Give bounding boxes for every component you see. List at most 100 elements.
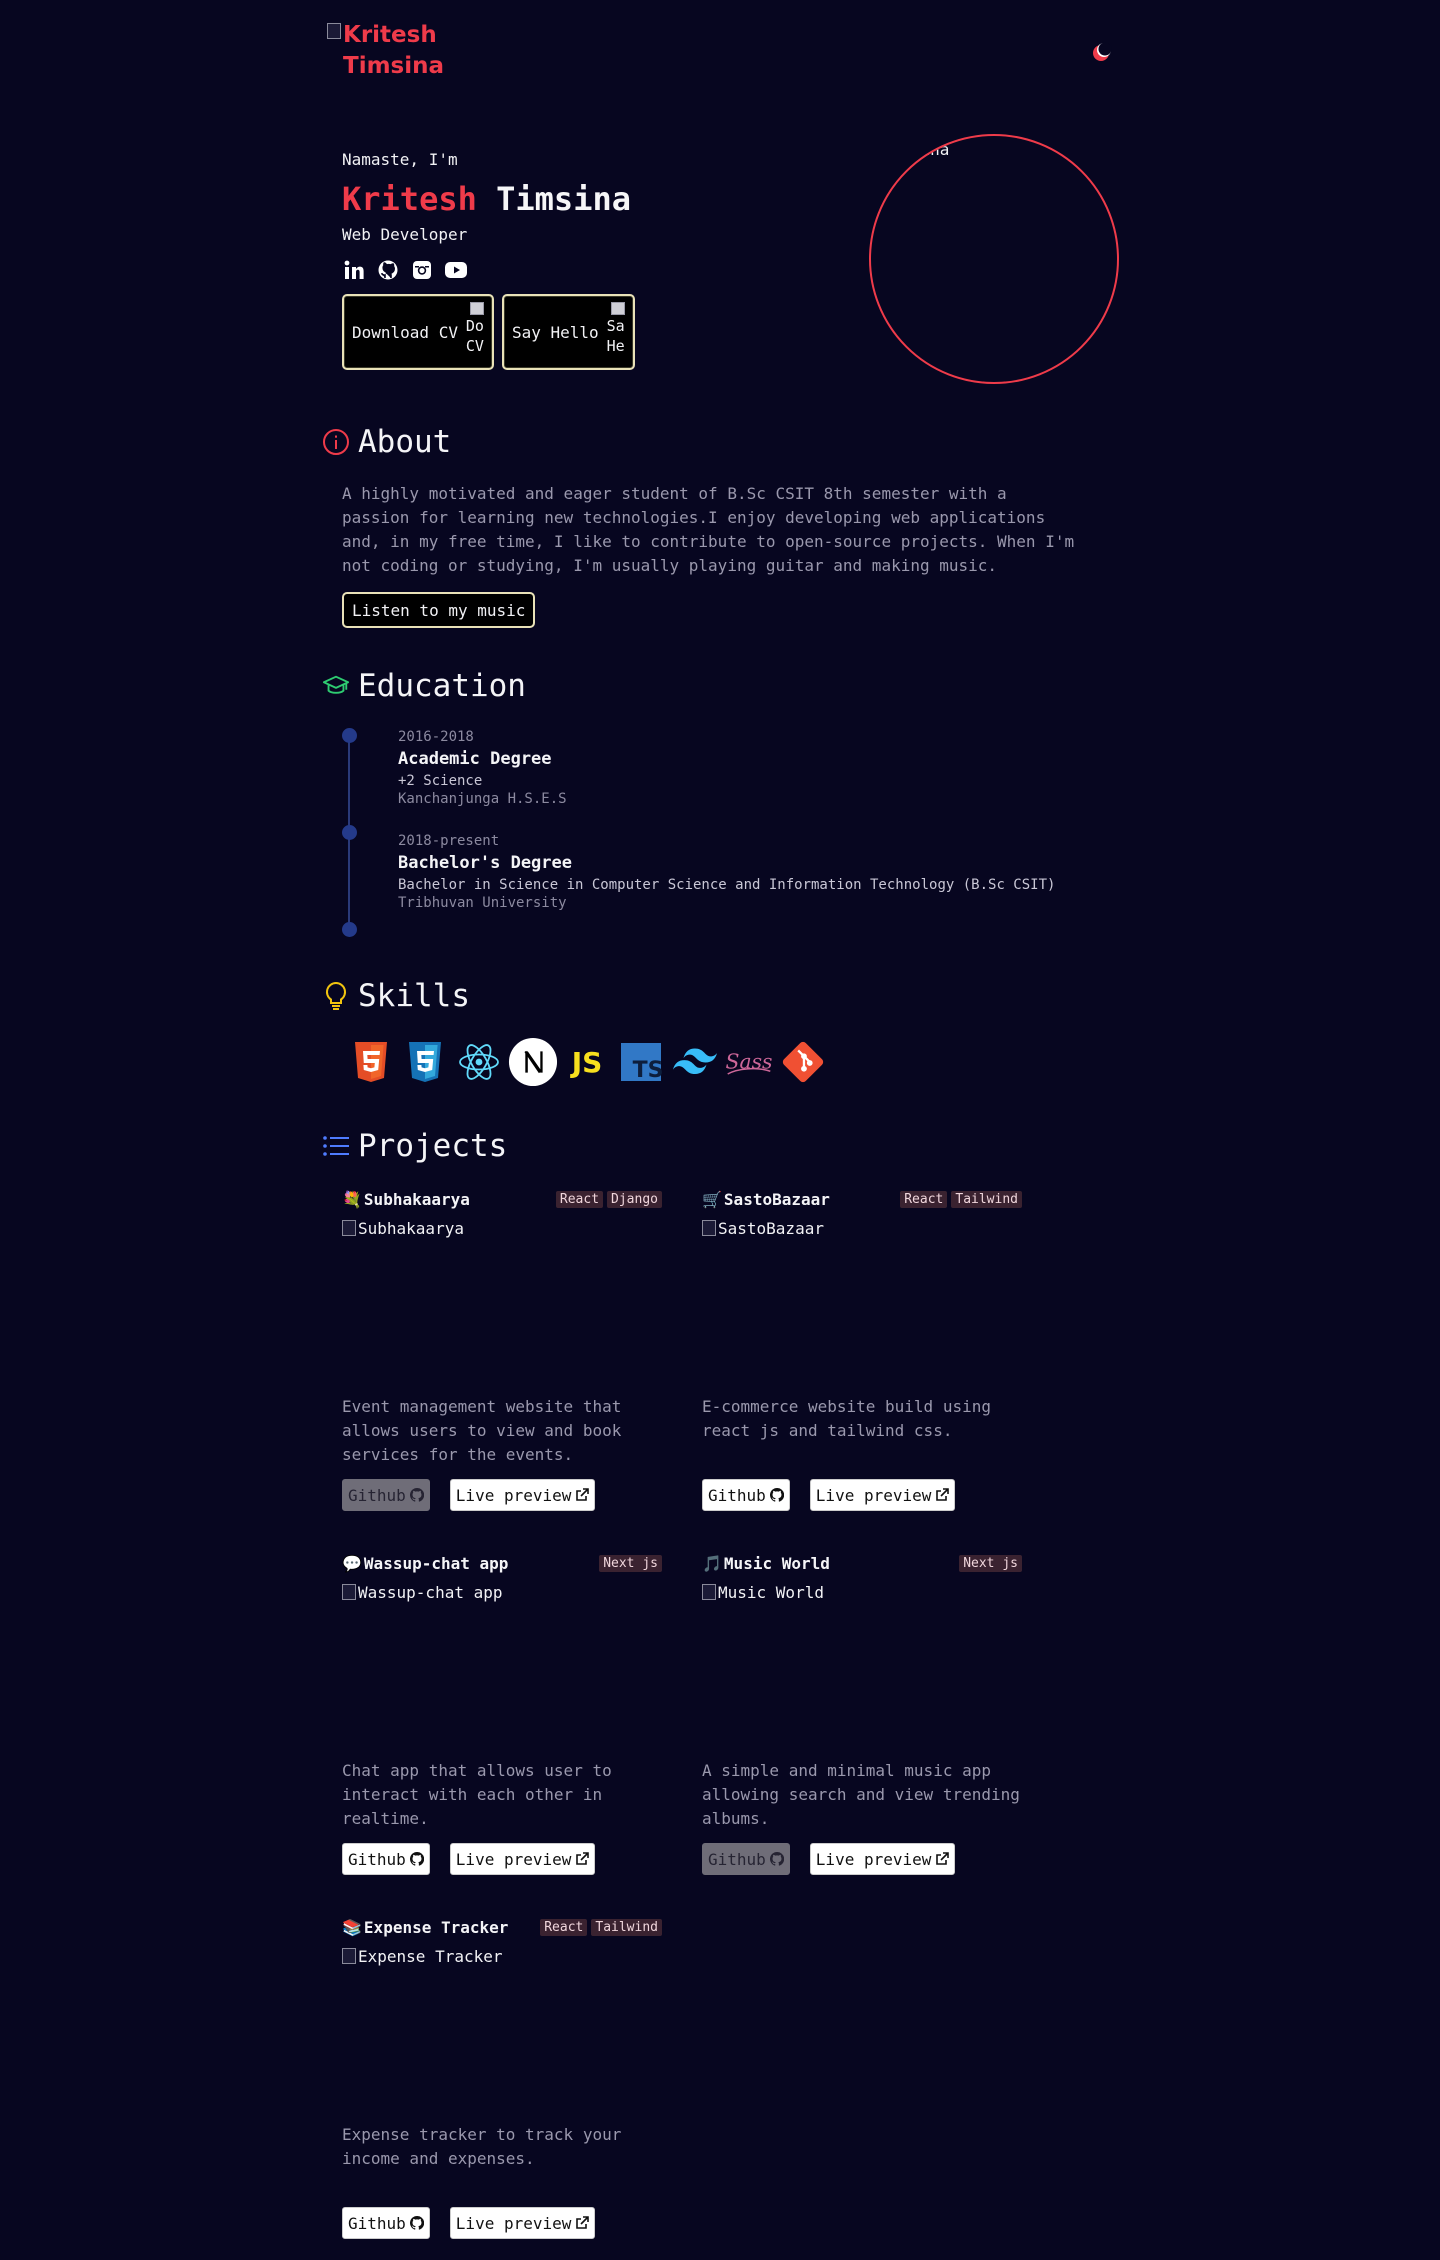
about-text: A highly motivated and eager student of … (342, 484, 1075, 575)
project-description: E-commerce website build using react js … (702, 1397, 991, 1440)
project-links: Github Live preview (342, 2207, 596, 2239)
project-title: 💬 Wassup-chat app (342, 1554, 508, 1573)
project-tag: Tailwind (591, 1918, 662, 1936)
site-logo[interactable]: Kritesh Timsina (327, 20, 457, 82)
external-link-icon (576, 2216, 590, 2229)
project-tags: React Tailwind (900, 1190, 1022, 1208)
github-button[interactable]: Github (342, 1479, 430, 1511)
external-link-icon (936, 1852, 950, 1865)
live-preview-label: Live preview (455, 2213, 572, 2233)
hero-section: Namaste, I'm Kritesh Timsina Web Develop… (342, 150, 902, 370)
project-image-alt: Wassup-chat app (358, 1583, 503, 1602)
project-tag: Django (607, 1190, 662, 1208)
download-cv-image: Do CV (460, 302, 484, 356)
skills-list: JS TS Sass (346, 1034, 828, 1090)
github-button[interactable]: Github (342, 1843, 430, 1875)
logo-alt-text: Kritesh Timsina (343, 22, 445, 79)
nextjs-icon (508, 1034, 558, 1090)
live-preview-button[interactable]: Live preview (449, 1479, 596, 1511)
live-preview-button[interactable]: Live preview (449, 1843, 596, 1875)
hero-role: Web Developer (342, 225, 468, 244)
project-image: Expense Tracker (342, 1947, 662, 2107)
project-description: A simple and minimal music app allowing … (702, 1761, 1020, 1828)
project-title: 🎵 Music World (702, 1554, 830, 1573)
download-cv-label: Download CV (352, 322, 458, 342)
project-title: 🛒 SastoBazaar (702, 1190, 830, 1209)
github-button[interactable]: Github (702, 1479, 790, 1511)
moon-icon (1093, 42, 1112, 61)
github-label: Github (348, 1849, 406, 1869)
last-name: Timsina (496, 180, 631, 218)
svg-text:TS: TS (633, 1058, 662, 1082)
project-name: Expense Tracker (363, 1917, 509, 1937)
listen-music-button[interactable]: Listen to my music (342, 592, 536, 628)
project-description: Event management website that allows use… (342, 1397, 622, 1464)
project-header: 💬 Wassup-chat app Next js (342, 1553, 662, 1573)
music-note-icon: 🎵 (702, 1553, 722, 1573)
broken-image-icon (342, 1948, 356, 1964)
project-title: 📚 Expense Tracker (342, 1918, 508, 1937)
download-cv-button[interactable]: Download CV Do CV (342, 294, 494, 370)
project-image-alt: Expense Tracker (358, 1947, 503, 1966)
github-button[interactable]: Github (702, 1843, 790, 1875)
download-cv-alt: Do CV (465, 317, 484, 355)
github-icon (409, 2216, 424, 2230)
github-icon (409, 1488, 424, 1502)
instagram-link[interactable] (410, 258, 434, 282)
linkedin-link[interactable] (342, 258, 366, 282)
theme-toggle-button[interactable] (1090, 42, 1112, 64)
avatar: sh Timsina (869, 134, 1119, 384)
project-header: 💐 Subhakaarya React Django (342, 1189, 662, 1209)
education-years: 2018-present (398, 833, 500, 849)
timeline-dot (342, 728, 357, 743)
project-description: Chat app that allows user to interact wi… (342, 1761, 612, 1828)
info-icon (322, 428, 350, 456)
css3-icon (400, 1034, 450, 1090)
project-tag: React (555, 1190, 604, 1208)
live-preview-label: Live preview (815, 1485, 932, 1505)
project-tags: React Tailwind (540, 1918, 662, 1936)
hero-buttons: Download CV Do CV Say Hello Sa He (342, 294, 902, 370)
list-icon (322, 1132, 350, 1160)
project-card: 📚 Expense Tracker React Tailwind Expense… (342, 1917, 662, 2239)
github-icon (409, 1852, 424, 1866)
project-image-alt: Subhakaarya (358, 1219, 464, 1238)
education-school: Kanchanjunga H.S.E.S (398, 791, 567, 807)
project-title: 💐 Subhakaarya (342, 1190, 470, 1209)
broken-image-icon (342, 1220, 356, 1236)
education-field: Bachelor in Science in Computer Science … (398, 877, 1056, 893)
about-heading: About (322, 424, 451, 460)
github-link[interactable] (376, 258, 400, 282)
project-tags: Next js (599, 1554, 662, 1572)
greeting: Namaste, I'm (342, 150, 458, 169)
project-name: Subhakaarya (363, 1189, 470, 1209)
github-label: Github (348, 1485, 406, 1505)
hero-name: Kritesh Timsina (342, 181, 902, 217)
project-tag: Tailwind (951, 1190, 1022, 1208)
live-preview-button[interactable]: Live preview (809, 1479, 956, 1511)
say-hello-button[interactable]: Say Hello Sa He (501, 294, 635, 370)
project-image: Wassup-chat app (342, 1583, 662, 1743)
say-hello-image: Sa He (601, 302, 625, 356)
education-heading: Education (322, 668, 526, 704)
live-preview-button[interactable]: Live preview (809, 1843, 956, 1875)
project-name: Wassup-chat app (363, 1553, 509, 1573)
live-preview-label: Live preview (815, 1849, 932, 1869)
github-button[interactable]: Github (342, 2207, 430, 2239)
broken-image-icon (702, 1584, 716, 1600)
projects-title: Projects (358, 1128, 508, 1164)
youtube-link[interactable] (444, 258, 468, 282)
timeline-dot (342, 922, 357, 937)
skills-title: Skills (358, 978, 470, 1014)
project-card: 🛒 SastoBazaar React Tailwind SastoBazaar… (702, 1189, 1022, 1511)
skills-heading: Skills (322, 978, 470, 1014)
education-item: 2016-2018 Academic Degree +2 Science Kan… (398, 729, 567, 807)
live-preview-label: Live preview (455, 1849, 572, 1869)
svg-text:JS: JS (570, 1046, 603, 1079)
about-title: About (358, 424, 452, 460)
project-tags: React Django (555, 1190, 662, 1208)
javascript-icon: JS (562, 1034, 612, 1090)
broken-image-icon (327, 23, 341, 39)
external-link-icon (576, 1852, 590, 1865)
live-preview-button[interactable]: Live preview (449, 2207, 596, 2239)
